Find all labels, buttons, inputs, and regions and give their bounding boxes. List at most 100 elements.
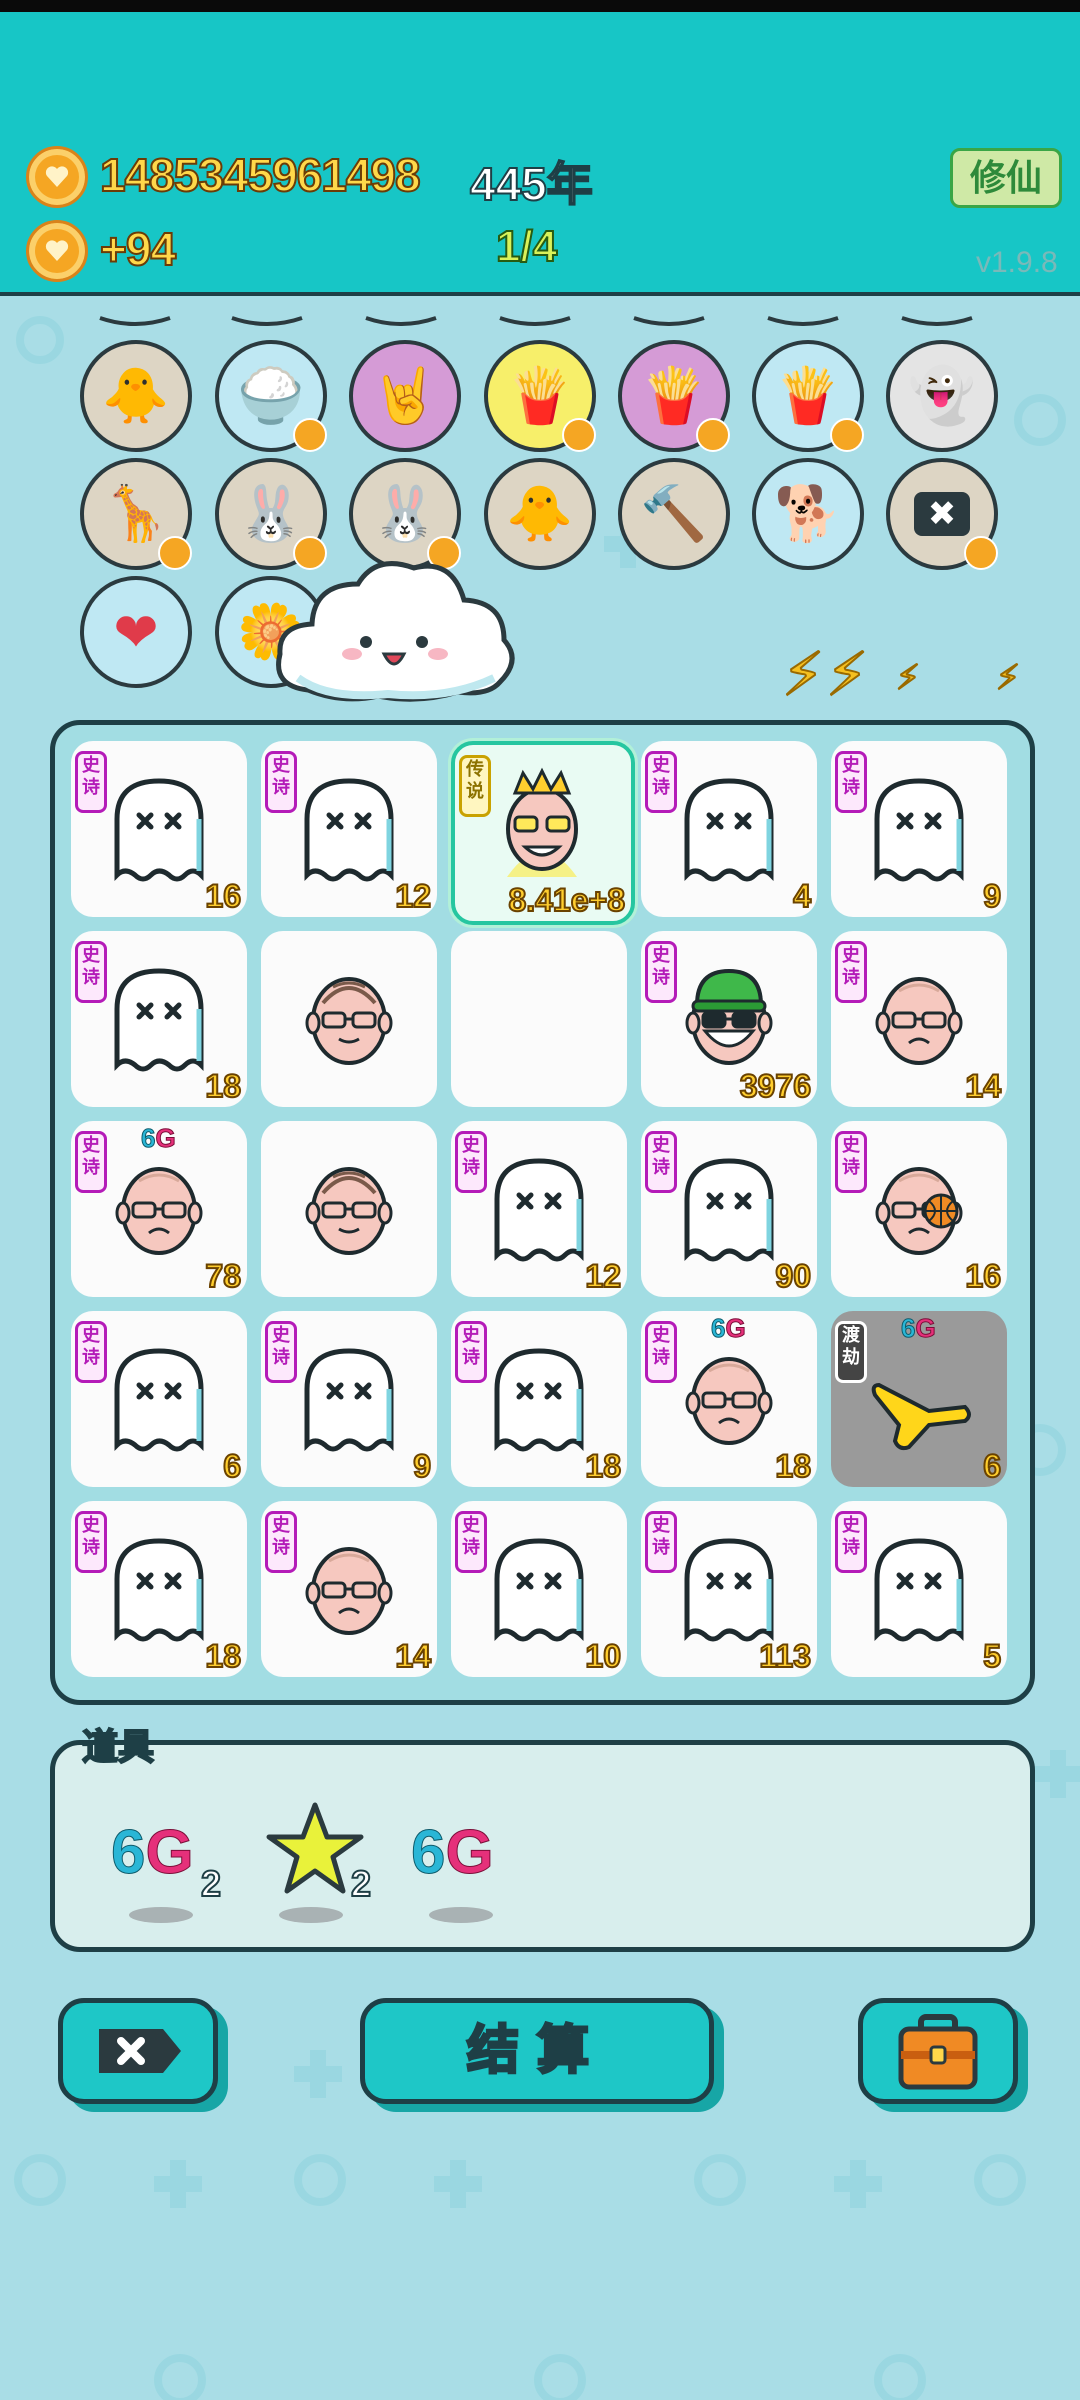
rarity-tag: 史诗 [455,1511,487,1573]
board-cell[interactable]: 史诗 18 [71,1501,247,1677]
years-counter: 445年 [469,157,594,211]
board-cell[interactable]: 史诗 113 [641,1501,817,1677]
board-cell[interactable]: 史诗 4 [641,741,817,917]
item-slot[interactable]: 6G 2 [110,1793,222,1923]
rarity-tag: 史诗 [645,941,677,1003]
board-cell[interactable]: 史诗 12 [261,741,437,917]
board-cell[interactable]: 史诗 14 [261,1501,437,1677]
board-cell[interactable]: 史诗 12 [451,1121,627,1297]
unit-level: 12 [584,1257,622,1295]
ghost-icon [679,1155,779,1270]
rarity-tag: 史诗 [835,1131,867,1193]
board-cell[interactable]: 史诗 10 [451,1501,627,1677]
fries-icon: 🍟 [506,365,574,426]
rarity-tag: 史诗 [455,1321,487,1383]
board-cell[interactable]: 史诗 5 [831,1501,1007,1677]
unit-level: 8.41e+8 [507,881,626,919]
item-shadow [129,1907,193,1923]
unit-level: 14 [394,1637,432,1675]
hammer-icon: 🔨 [640,483,708,544]
board-cell[interactable]: 传说 8.41e+8 [451,741,635,925]
unit-level: 4 [792,877,812,915]
board-cell[interactable]: 史诗 18 [71,931,247,1107]
unit-slot[interactable]: 🦒 [80,458,192,570]
board-cell[interactable]: 史诗 6G 18 [641,1311,817,1487]
unit-level: 5 [982,1637,1002,1675]
rarity-tag: 史诗 [75,1511,107,1573]
unit-level: 113 [758,1637,812,1675]
ghost-icon [679,775,779,890]
crowned-king-icon [487,767,597,892]
board-cell[interactable]: 史诗 3976 [641,931,817,1107]
unit-slot[interactable]: 🔨 [618,458,730,570]
board-cell[interactable]: 史诗 16 [831,1121,1007,1297]
item-slot[interactable]: 6G [410,1793,521,1923]
unit-level: 14 [964,1067,1002,1105]
rarity-tag: 史诗 [645,1511,677,1573]
ghost-icon [489,1535,589,1650]
energy-bolt-small-icon: ⚡ [895,658,921,698]
board-cell[interactable]: 史诗 90 [641,1121,817,1297]
board-cell[interactable]: 史诗 9 [261,1311,437,1487]
rice-bowl-icon: 🍚 [237,365,305,426]
cultivate-button[interactable]: 修仙 [950,148,1062,208]
backpack-button[interactable] [858,1998,1018,2104]
unit-level: 90 [774,1257,812,1295]
board-cell[interactable]: 史诗 18 [451,1311,627,1487]
6g-badge: 6G [140,1123,176,1154]
unit-slot[interactable]: 🐕 [752,458,864,570]
delete-button[interactable] [58,1998,218,2104]
board-cell[interactable]: 史诗 14 [831,931,1007,1107]
unit-slot[interactable]: 🍟 [618,340,730,452]
chick-icon: 🐥 [506,483,574,544]
unit-slot[interactable]: ✖ [886,458,998,570]
ghost-icon [869,775,969,890]
old-man-face-icon [869,965,969,1080]
unit-level: 12 [394,877,432,915]
board-cell[interactable]: 史诗 9 [831,741,1007,917]
unit-slot[interactable]: 🤘 [349,340,461,452]
unit-level: 16 [204,877,242,915]
energy-bolt-small-icon: ⚡ [995,658,1021,698]
delete-icon [99,2029,181,2073]
unit-slot[interactable]: 👻 [886,340,998,452]
unit-level: 18 [204,1067,242,1105]
rabbit-icon: 🐰 [237,483,305,544]
board-cell[interactable] [261,1121,437,1297]
rarity-tag: 史诗 [835,1511,867,1573]
item-count: 2 [350,1862,372,1905]
unit-slot[interactable]: 🍟 [484,340,596,452]
unit-slot[interactable]: 🍟 [752,340,864,452]
rarity-tag: 史诗 [835,751,867,813]
settle-button-label: 结算 [465,2021,607,2082]
items-panel: 6G 2 2 6G [50,1740,1035,1952]
unit-slot[interactable]: 🍚 [215,340,327,452]
board-cell[interactable] [261,931,437,1107]
fries-icon: 🍟 [640,365,708,426]
item-shadow [279,1907,343,1923]
6g-icon: 6G [110,1818,194,1888]
board-cell[interactable]: 渡劫 6G 6 [831,1311,1007,1487]
6g-badge: 6G [900,1313,936,1344]
rarity-tag: 史诗 [265,1321,297,1383]
ghost-icon [109,1345,209,1460]
income-rate: +94 [99,222,177,276]
coin-icon [26,146,88,208]
chick-icon: 🐥 [102,365,170,426]
rarity-tag: 传说 [459,755,491,817]
rarity-tag: 史诗 [835,941,867,1003]
board-cell[interactable]: 史诗 16 [71,741,247,917]
board-cell-empty[interactable] [451,931,627,1107]
briefcase-icon [898,2014,978,2090]
unit-slot[interactable]: ❤ [80,576,192,688]
item-slot[interactable]: 2 [261,1793,372,1923]
board-cell[interactable]: 史诗 6G 78 [71,1121,247,1297]
version-label: v1.9.8 [976,246,1058,279]
heart-badge-icon [293,418,327,452]
board-cell[interactable]: 史诗 6 [71,1311,247,1487]
settle-button[interactable]: 结算 [360,1998,714,2104]
ghost-icon [299,1345,399,1460]
rarity-tag: 史诗 [645,1321,677,1383]
unit-slot[interactable]: 🐥 [80,340,192,452]
pointing-hand-icon [869,1355,979,1460]
